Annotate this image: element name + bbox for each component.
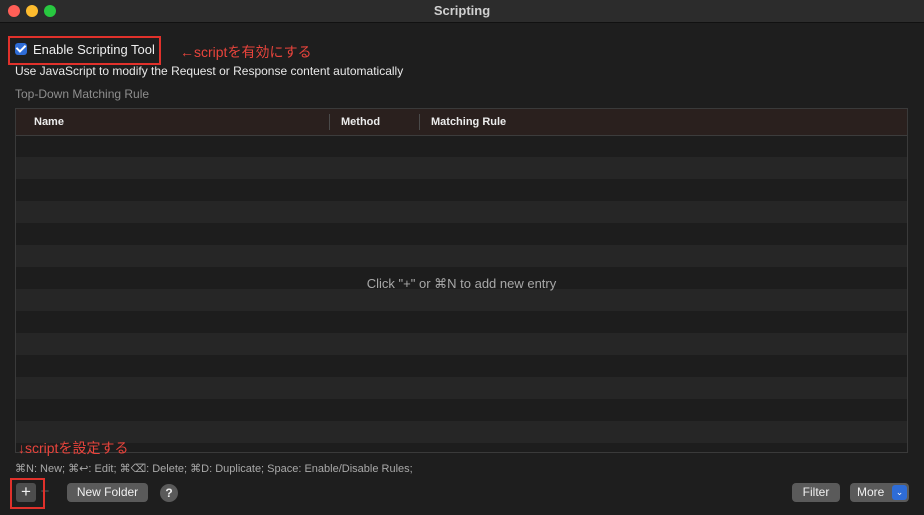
annotation-highlight-enable [8, 36, 161, 65]
table-row-stripe [16, 377, 907, 399]
table-row-stripe [16, 421, 907, 443]
annotation-highlight-add [10, 478, 45, 509]
table-row-stripe [16, 157, 907, 179]
column-header-name[interactable]: Name [34, 116, 64, 128]
more-menu-button[interactable]: More ⌄ [850, 483, 909, 502]
column-header-matching-rule[interactable]: Matching Rule [431, 116, 506, 128]
table-row-stripe [16, 201, 907, 223]
filter-button[interactable]: Filter [792, 483, 840, 502]
new-folder-button[interactable]: New Folder [67, 483, 148, 502]
chevron-down-icon: ⌄ [892, 485, 907, 500]
section-label: Top-Down Matching Rule [15, 87, 150, 101]
annotation-enable-note: ←scriptを有効にする [180, 44, 312, 60]
column-separator[interactable] [329, 114, 330, 130]
keyboard-shortcuts-hint: ⌘N: New; ⌘↩: Edit; ⌘⌫: Delete; ⌘D: Dupli… [15, 463, 413, 475]
table-header: Name Method Matching Rule [16, 109, 907, 136]
empty-table-message: Click "+" or ⌘N to add new entry [366, 276, 557, 291]
column-header-method[interactable]: Method [341, 116, 380, 128]
description-text: Use JavaScript to modify the Request or … [15, 64, 404, 78]
column-separator[interactable] [419, 114, 420, 130]
window-title: Scripting [433, 3, 491, 18]
title-bar: Scripting [0, 0, 924, 23]
table-row-stripe [16, 289, 907, 311]
more-button-label: More [857, 485, 885, 499]
annotation-add-note: ↓scriptを設定する [18, 440, 129, 456]
table-row-stripe [16, 333, 907, 355]
table-row-stripe [16, 245, 907, 267]
help-button[interactable]: ? [160, 484, 178, 502]
table-body[interactable]: Click "+" or ⌘N to add new entry [16, 135, 907, 452]
rules-table[interactable]: Name Method Matching Rule Click "+" or ⌘… [15, 108, 908, 453]
